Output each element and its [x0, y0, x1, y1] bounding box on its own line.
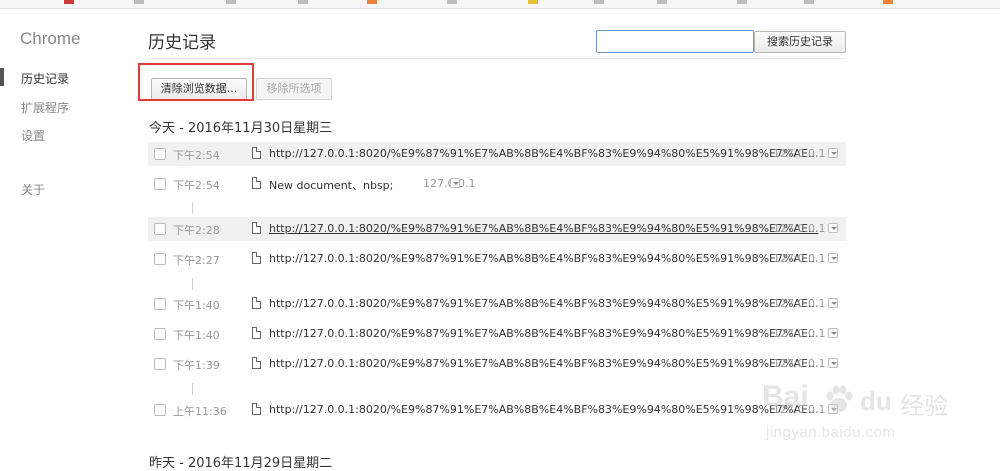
row-menu-button[interactable] — [828, 223, 838, 233]
remove-selected-button[interactable]: 移除所选项 — [256, 78, 332, 100]
history-link[interactable]: http://127.0.0.1:8020/%E9%87%91%E7%AB%8B… — [269, 357, 818, 370]
day-heading-today: 今天 - 2016年11月30日星期三 — [149, 121, 333, 136]
watermark-text-left: Bai — [762, 380, 809, 413]
bookmark-icon[interactable] — [883, 0, 893, 4]
row-checkbox[interactable] — [154, 328, 166, 340]
visit-time: 下午2:27 — [173, 254, 220, 267]
bookmark-icon[interactable] — [298, 0, 308, 4]
time-gap-line — [192, 202, 193, 214]
domain-filter-link[interactable]: 127.0.0.1 — [773, 147, 825, 160]
row-checkbox[interactable] — [154, 178, 166, 190]
selected-indicator — [0, 68, 4, 86]
history-link[interactable]: http://127.0.0.1:8020/%E9%87%91%E7%AB%8B… — [269, 147, 818, 160]
page-title: 历史记录 — [148, 33, 216, 53]
visit-time: 上午11:36 — [173, 405, 227, 418]
sidebar-item-extensions[interactable]: 扩展程序 — [21, 99, 69, 116]
bookmark-icon[interactable] — [594, 0, 604, 4]
page-icon — [252, 403, 261, 415]
visit-time: 下午2:54 — [173, 179, 220, 192]
history-link[interactable]: http://127.0.0.1:8020/%E9%87%91%E7%AB%8B… — [269, 222, 818, 235]
history-link[interactable]: http://127.0.0.1:8020/%E9%87%91%E7%AB%8B… — [269, 403, 818, 416]
row-checkbox[interactable] — [154, 358, 166, 370]
baidu-jingyan-watermark: Bai du 经验 jingyan.baidu.com — [760, 376, 960, 456]
time-gap-line — [192, 278, 193, 290]
chrome-brand: Chrome — [20, 29, 81, 48]
page-icon — [252, 222, 261, 234]
history-link[interactable]: http://127.0.0.1:8020/%E9%87%91%E7%AB%8B… — [269, 327, 818, 340]
row-checkbox[interactable] — [154, 404, 166, 416]
sidebar-item-history[interactable]: 历史记录 — [21, 70, 69, 87]
domain-filter-link[interactable]: 127.0.0.1 — [773, 222, 825, 235]
history-row: 下午2:28 http://127.0.0.1:8020/%E9%87%91%E… — [148, 217, 846, 241]
time-gap-line — [192, 383, 193, 395]
domain-filter-link[interactable]: 127.0.0.1 — [773, 297, 825, 310]
bookmark-icon[interactable] — [367, 0, 377, 4]
visit-time: 下午1:40 — [173, 299, 220, 312]
row-menu-button[interactable] — [828, 148, 838, 158]
row-checkbox[interactable] — [154, 223, 166, 235]
history-row: 下午2:54 New document、nbsp; 127.0.0.1 — [148, 172, 846, 196]
history-row: 下午2:54 http://127.0.0.1:8020/%E9%87%91%E… — [148, 142, 846, 166]
annotation-highlight-box — [138, 63, 254, 101]
visit-time: 下午2:54 — [173, 149, 220, 162]
page-icon — [252, 177, 261, 189]
watermark-text-cn: 经验 — [900, 392, 948, 420]
bookmark-icon[interactable] — [528, 0, 538, 4]
history-row: 下午1:40 http://127.0.0.1:8020/%E9%87%91%E… — [148, 322, 846, 346]
history-link[interactable]: http://127.0.0.1:8020/%E9%87%91%E7%AB%8B… — [269, 252, 818, 265]
row-menu-button[interactable] — [828, 328, 838, 338]
visit-time: 下午2:28 — [173, 224, 220, 237]
history-link[interactable]: New document、nbsp; — [269, 177, 393, 193]
bookmark-icon[interactable] — [657, 0, 667, 4]
page-icon — [252, 357, 261, 369]
row-menu-button[interactable] — [450, 178, 460, 188]
page-icon — [252, 252, 261, 264]
row-checkbox[interactable] — [154, 148, 166, 160]
row-checkbox[interactable] — [154, 253, 166, 265]
page-icon — [252, 147, 261, 159]
bookmark-icon[interactable] — [134, 0, 144, 4]
bookmark-icon[interactable] — [737, 0, 747, 4]
row-checkbox[interactable] — [154, 298, 166, 310]
row-menu-button[interactable] — [828, 358, 838, 368]
visit-time: 下午1:40 — [173, 329, 220, 342]
day-heading-yesterday: 昨天 - 2016年11月29日星期二 — [149, 456, 333, 471]
domain-filter-link[interactable]: 127.0.0.1 — [773, 357, 825, 370]
row-menu-button[interactable] — [828, 298, 838, 308]
history-row: 下午1:40 http://127.0.0.1:8020/%E9%87%91%E… — [148, 292, 846, 316]
search-history-button[interactable]: 搜索历史记录 — [754, 31, 846, 53]
bookmark-icon[interactable] — [226, 0, 236, 4]
history-row: 下午2:27 http://127.0.0.1:8020/%E9%87%91%E… — [148, 247, 846, 271]
bookmark-icon[interactable] — [447, 0, 457, 4]
sidebar-item-settings[interactable]: 设置 — [21, 127, 45, 144]
domain-filter-link[interactable]: 127.0.0.1 — [773, 252, 825, 265]
watermark-url: jingyan.baidu.com — [766, 424, 896, 441]
search-history-input[interactable] — [596, 30, 754, 53]
page-icon — [252, 327, 261, 339]
visit-time: 下午1:39 — [173, 359, 220, 372]
divider — [148, 58, 846, 59]
history-row: 下午1:39 http://127.0.0.1:8020/%E9%87%91%E… — [148, 352, 846, 376]
bookmarks-bar — [0, 0, 1000, 9]
history-row: 上午11:36 http://127.0.0.1:8020/%E9%87%91%… — [148, 398, 846, 422]
sidebar-item-about[interactable]: 关于 — [21, 181, 45, 198]
row-menu-button[interactable] — [828, 253, 838, 263]
bookmark-icon[interactable] — [804, 0, 814, 4]
page-icon — [252, 297, 261, 309]
watermark-text-right: du — [860, 386, 892, 416]
paw-icon — [826, 385, 853, 412]
history-link[interactable]: http://127.0.0.1:8020/%E9%87%91%E7%AB%8B… — [269, 297, 818, 310]
bookmark-icon[interactable] — [64, 0, 74, 4]
domain-filter-link[interactable]: 127.0.0.1 — [773, 327, 825, 340]
